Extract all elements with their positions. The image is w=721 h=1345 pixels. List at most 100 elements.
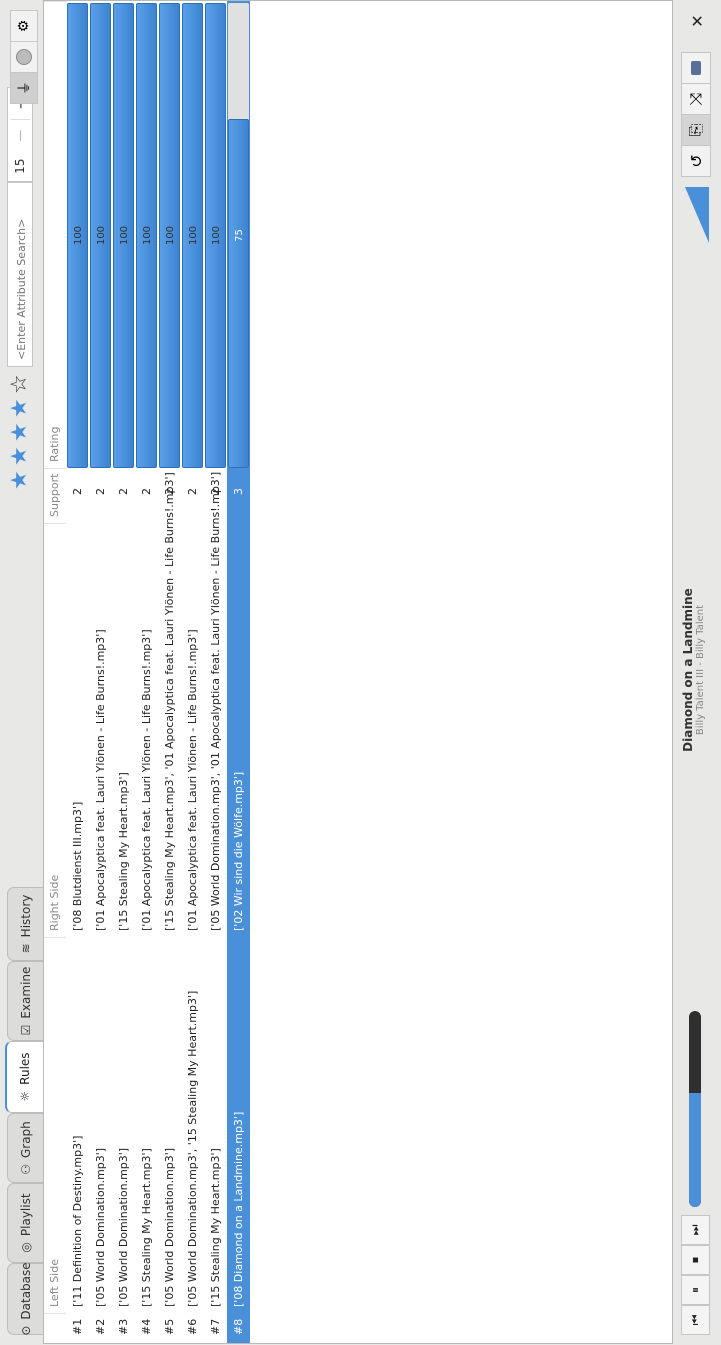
column-header-rating[interactable]: Rating [44,1,66,468]
rating-bar: 100 [205,3,226,468]
shuffle-icon: ⤨ [686,92,705,106]
next-button[interactable]: ⏭ [681,1215,710,1245]
rule-index: #5 [163,1318,176,1335]
pause-button[interactable]: ⏸ [681,1275,710,1305]
rules-icon: ☼ [18,1090,32,1102]
rule-right-side: ['01 Apocalyptica feat. Lauri Ylönen - L… [140,629,153,931]
stop-after-button[interactable]: ⎘ [682,115,710,146]
rule-support: 2 [140,488,153,495]
table-row[interactable]: #6 ['05 World Domination.mp3', '15 Steali… [181,1,204,1343]
star-filled-icon[interactable]: ★ [7,446,32,466]
tab-examine[interactable]: ☑ Examine [7,961,43,1041]
gear-icon: ⚙ [16,19,32,33]
tab-graph[interactable]: ⚇ Graph [7,1113,43,1183]
volume-slider[interactable] [683,185,711,245]
column-header-index[interactable] [44,1313,66,1343]
rule-left-side: ['05 World Domination.mp3'] [94,1147,107,1307]
rule-right-side: ['15 Stealing My Heart.mp3', '01 Apocaly… [163,472,176,931]
settings-button[interactable]: ⚙ [11,11,37,42]
star-filled-icon[interactable]: ★ [7,422,32,442]
database-icon: ⊙ [18,1325,33,1336]
track-subtitle: Billy Talent III - Billy Talent [695,604,706,736]
playlist-mode-button[interactable] [682,53,710,84]
mode-button-group: ⏚ ⚙ [10,10,38,104]
table-row[interactable]: #8 ['08 Diamond on a Landmine.mp3'] ['02 W… [227,1,250,1343]
app-window: ⊙ Database ◎ Playlist ⚇ Graph ☼ Rules ☑ Examine ≋ H… [0,0,721,1345]
rating-value: 100 [142,225,153,246]
rating-bar: 75 [228,3,249,468]
tab-history[interactable]: ≋ History [7,887,43,961]
rule-support: 2 [94,488,107,495]
rule-index: #6 [186,1318,199,1335]
rule-left-side: ['11 Definition of Destiny.mp3'] [71,1135,84,1307]
table-row[interactable]: #4 ['15 Stealing My Heart.mp3'] ['01 Apoca… [135,1,158,1343]
rule-left-side: ['08 Diamond on a Landmine.mp3'] [232,1111,245,1307]
tab-label: History [18,894,33,938]
tab-playlist[interactable]: ◎ Playlist [7,1183,43,1263]
rating-value: 75 [234,229,245,242]
rule-left-side: ['05 World Domination.mp3', '15 Stealing… [186,990,199,1307]
tab-database[interactable]: ⊙ Database [7,1262,43,1336]
rule-left-side: ['05 World Domination.mp3'] [117,1147,130,1307]
stop-icon: ⏹ [688,1257,702,1264]
now-playing: Diamond on a Landmine Billy Talent III -… [681,585,717,755]
column-header-right-side[interactable]: Right Side [44,523,66,937]
table-row[interactable]: #5 ['05 World Domination.mp3'] ['15 Steali… [158,1,181,1343]
star-empty-icon[interactable]: ☆ [7,374,32,394]
rule-left-side: ['15 Stealing My Heart.mp3'] [209,1148,222,1307]
repeat-button[interactable]: ↺ [682,146,710,176]
table-row[interactable]: #7 ['15 Stealing My Heart.mp3'] ['05 World… [204,1,227,1343]
rule-right-side: ['02 Wir sind die Wölfe.mp3'] [232,771,245,931]
rating-bar: 100 [159,3,180,468]
lock-button[interactable]: ⏚ [11,73,37,103]
rating-bar: 100 [113,3,134,468]
star-filled-icon[interactable]: ★ [7,470,32,490]
rule-index: #4 [140,1318,153,1335]
plug-icon: ⏚ [17,81,33,95]
rule-right-side: ['01 Apocalyptica feat. Lauri Ylönen - L… [186,629,199,931]
rule-index: #3 [117,1318,130,1335]
progress-bar[interactable] [689,1011,701,1207]
rule-left-side: ['05 World Domination.mp3'] [163,1147,176,1307]
column-header-support[interactable]: Support [44,468,66,523]
table-row[interactable]: #2 ['05 World Domination.mp3'] ['01 Apocal… [89,1,112,1343]
player-bar: ⏮ ⏸ ⏹ ⏭ Diamond on a Landmine Billy Tale… [673,0,721,1345]
rating-stars[interactable]: ★ ★ ★ ★ ☆ [6,368,36,490]
column-header-left-side[interactable]: Left Side [44,937,66,1313]
disc-icon [16,49,32,65]
pause-icon: ⏸ [688,1287,702,1294]
rule-index: #1 [71,1318,84,1335]
playlist-icon: ◎ [18,1242,33,1253]
decrement-button[interactable]: — [13,120,27,152]
skip-back-icon: ⏮ [688,1314,702,1326]
rule-right-side: ['15 Stealing My Heart.mp3'] [117,772,130,931]
rule-index: #2 [94,1318,107,1335]
cd-button[interactable] [11,42,37,73]
attribute-search-input[interactable] [9,183,33,362]
shuffle-button[interactable]: ⤨ [682,84,710,115]
progress-fill [689,1093,701,1207]
stop-button[interactable]: ⏹ [681,1245,710,1275]
table-row[interactable]: #3 ['05 World Domination.mp3'] ['15 Steali… [112,1,135,1343]
rating-bar: 100 [182,3,203,468]
attribute-search-field[interactable] [7,182,33,367]
rule-left-side: ['15 Stealing My Heart.mp3'] [140,1148,153,1307]
rule-index: #8 [232,1318,245,1335]
count-value[interactable]: 15 [13,151,27,181]
star-filled-icon[interactable]: ★ [7,398,32,418]
rule-support: 2 [71,488,84,495]
history-icon: ≋ [18,943,33,954]
table-row[interactable]: #1 ['11 Definition of Destiny.mp3'] ['08 B… [66,1,89,1343]
rating-value: 100 [188,225,199,246]
stop-after-icon: ⎘ [686,123,705,137]
tab-label: Playlist [18,1193,33,1237]
rating-value: 100 [211,225,222,246]
close-button[interactable]: ✕ [683,7,711,35]
rule-right-side: ['05 World Domination.mp3', '01 Apocalyp… [209,471,222,931]
rating-bar: 100 [67,3,88,468]
rule-support: 2 [186,488,199,495]
rule-support: 2 [163,488,176,495]
tab-rules[interactable]: ☼ Rules [5,1041,43,1113]
rating-bar: 100 [90,3,111,468]
previous-button[interactable]: ⏮ [681,1305,710,1335]
